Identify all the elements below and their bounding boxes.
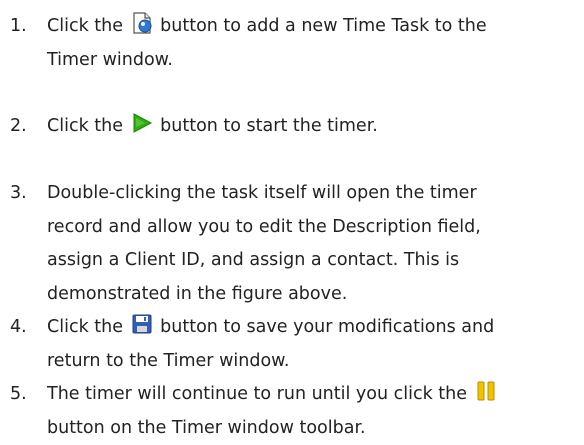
save-icon xyxy=(131,313,153,335)
step-1-number: 1. xyxy=(10,10,27,44)
step-5-number: 5. xyxy=(10,378,27,412)
play-icon xyxy=(131,112,153,134)
step-3-line-1: Double-clicking the task itself will ope… xyxy=(47,177,582,211)
step-3-number: 3. xyxy=(10,177,27,211)
step-1-before-icon: Click the xyxy=(47,16,123,36)
step-4-line-2: return to the Timer window. xyxy=(47,345,582,379)
step-5-line-2: button on the Timer window toolbar. xyxy=(47,412,582,445)
step-2-line-1: Click the button to start the timer. xyxy=(47,110,582,144)
step-3-line-4: demonstrated in the figure above. xyxy=(47,278,582,312)
step-4-line-1: Click the button to save your modificati… xyxy=(47,311,582,345)
step-4-after-icon: button to save your modifications and xyxy=(160,317,494,337)
step-4-text: Click the button to save your modificati… xyxy=(47,311,582,378)
step-3-line-2: record and allow you to edit the Descrip… xyxy=(47,211,582,245)
step-2-before-icon: Click the xyxy=(47,116,123,136)
pause-icon xyxy=(475,380,497,402)
step-1-line-1: Click the button to add a new Time Task … xyxy=(47,10,582,44)
step-3-line-3: assign a Client ID, and assign a contact… xyxy=(47,244,582,278)
step-1-after-icon: button to add a new Time Task to the xyxy=(160,16,487,36)
step-2-text: Click the button to start the timer. xyxy=(47,110,582,144)
new-task-icon xyxy=(131,12,153,34)
step-2-after-icon: button to start the timer. xyxy=(160,116,378,136)
step-4-before-icon: Click the xyxy=(47,317,123,337)
step-5-text: The timer will continue to run until you… xyxy=(47,378,582,445)
step-2-number: 2. xyxy=(10,110,27,144)
step-5-before-icon: The timer will continue to run until you… xyxy=(47,384,467,404)
step-4-number: 4. xyxy=(10,311,27,345)
instruction-document: 1. Click the button to add a new Time Ta… xyxy=(0,0,584,439)
step-3-text: Double-clicking the task itself will ope… xyxy=(47,177,582,311)
step-1-text: Click the button to add a new Time Task … xyxy=(47,10,582,77)
step-5-line-1: The timer will continue to run until you… xyxy=(47,378,582,412)
step-1-line-2: Timer window. xyxy=(47,44,582,78)
